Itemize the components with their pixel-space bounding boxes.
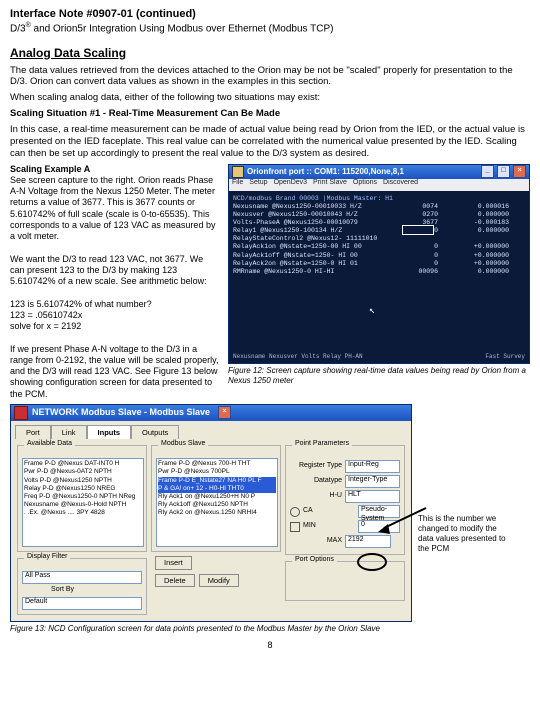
table-row: Volts-PhaseA @Nexus1250-000100793677-0.0… bbox=[233, 219, 525, 227]
table-row: Relay1 @Nexus1250-100134 H/Z00.000000 bbox=[233, 227, 525, 235]
sortby-select[interactable]: Default bbox=[22, 597, 142, 610]
min-check[interactable] bbox=[290, 522, 300, 532]
delete-button[interactable]: Delete bbox=[155, 574, 195, 587]
intro-paragraph-1: The data values retrieved from the devic… bbox=[10, 65, 530, 89]
page-number: 8 bbox=[10, 640, 530, 651]
insert-button[interactable]: Insert bbox=[155, 556, 192, 569]
tab-link[interactable]: Link bbox=[51, 425, 87, 439]
terminal-body: NCD/modbus Brand 00003 |Modbus Master: H… bbox=[229, 191, 529, 363]
modbus-slave-group: Modbus Slave Frame P-D @Nexus 700-H THT … bbox=[151, 445, 281, 552]
close-button[interactable]: × bbox=[513, 165, 526, 178]
table-row: RelayStateControl2 @Nexus12- 11111010 bbox=[233, 235, 525, 243]
tab-bar: Port Link Inputs Outputs bbox=[11, 421, 411, 439]
available-listbox[interactable]: Frame P-D @Nexus DAT-INT0 H Pwr P-D @Nex… bbox=[22, 458, 144, 547]
app-icon bbox=[14, 406, 28, 420]
cursor-icon: ↖ bbox=[369, 306, 375, 319]
ca-radio[interactable] bbox=[290, 507, 300, 517]
point-parameters-group: Point Parameters Register TypeInput-Reg … bbox=[285, 445, 405, 555]
doc-subtitle: D/3® and Orion5r Integration Using Modbu… bbox=[10, 22, 530, 36]
register-type-select[interactable]: Input-Reg bbox=[345, 460, 400, 473]
table-row: RelayAck1off @Nstate=1250- HI 000+0.0000… bbox=[233, 252, 525, 260]
display-filter-group: Display Filter All Pass Sort By Default bbox=[17, 558, 147, 615]
figure-12-caption: Figure 12: Screen capture showing real-t… bbox=[228, 366, 530, 386]
tab-inputs[interactable]: Inputs bbox=[87, 425, 132, 439]
minimize-button[interactable]: _ bbox=[481, 165, 494, 178]
table-row: Nexusver @Nexus1250-00010043 H/Z02700.00… bbox=[233, 211, 525, 219]
port-options-group: Port Options bbox=[285, 561, 405, 601]
arrow-icon bbox=[378, 504, 428, 534]
table-row: RMRname @Nexus1250-0 HI-HI000960.000000 bbox=[233, 268, 525, 276]
example-a-calc3: solve for x = 2192 bbox=[10, 321, 220, 332]
maximize-button[interactable]: □ bbox=[497, 165, 510, 178]
hu-field[interactable]: HLT bbox=[345, 490, 400, 503]
table-row: RelayAck1on @Nstate=1250-00 HI 000+0.000… bbox=[233, 243, 525, 251]
config-window: NETWORK Modbus Slave - Modbus Slave × Po… bbox=[10, 404, 412, 622]
datatype-select[interactable]: Integer-Type bbox=[345, 475, 400, 488]
figure-13-caption: Figure 13: NCD Configuration screen for … bbox=[10, 624, 530, 634]
situation-heading: Scaling Situation #1 - Real-Time Measure… bbox=[10, 108, 530, 120]
tab-outputs[interactable]: Outputs bbox=[131, 425, 179, 439]
table-row: Nexusname @Nexus1250-00010033 H/Z00740.0… bbox=[233, 203, 525, 211]
situation-body: In this case, a real-time measurement ca… bbox=[10, 124, 530, 160]
annotation-text: This is the number we changed to modify … bbox=[418, 404, 513, 554]
doc-title: Interface Note #0907-01 (continued) bbox=[10, 8, 530, 22]
display-filter-select[interactable]: All Pass bbox=[22, 571, 142, 584]
terminal-menubar[interactable]: FileSetupOpenDev3Print SlaveOptionsDisco… bbox=[229, 179, 529, 191]
example-a-p1: See screen capture to the right. Orion r… bbox=[10, 175, 220, 243]
section-heading: Analog Data Scaling bbox=[10, 46, 530, 61]
config-titlebar: NETWORK Modbus Slave - Modbus Slave × bbox=[11, 405, 411, 421]
table-row: RelayAck2on @Nstate=1250-0 HI 010+0.0000… bbox=[233, 260, 525, 268]
tab-port[interactable]: Port bbox=[15, 425, 51, 439]
terminal-window: Orionfront port :: COM1: 115200,None,8,1… bbox=[228, 164, 530, 364]
example-a-calc1: 123 is 5.610742% of what number? bbox=[10, 299, 220, 310]
modify-button[interactable]: Modify bbox=[199, 574, 239, 587]
example-a-calc2: 123 = .05610742x bbox=[10, 310, 220, 321]
terminal-titlebar: Orionfront port :: COM1: 115200,None,8,1… bbox=[229, 165, 529, 179]
app-icon bbox=[232, 166, 244, 178]
example-a-p3: If we present Phase A-N voltage to the D… bbox=[10, 344, 220, 400]
config-title: NETWORK Modbus Slave - Modbus Slave bbox=[32, 407, 210, 418]
intro-paragraph-2: When scaling analog data, either of the … bbox=[10, 92, 530, 104]
close-button[interactable]: × bbox=[218, 406, 231, 419]
example-a-p2: We want the D/3 to read 123 VAC, not 367… bbox=[10, 254, 220, 288]
terminal-title: Orionfront port :: COM1: 115200,None,8,1 bbox=[247, 167, 404, 177]
example-a-heading: Scaling Example A bbox=[10, 164, 220, 175]
slave-listbox[interactable]: Frame P-D @Nexus 700-H THT Pwr P-D @Nexu… bbox=[156, 458, 278, 547]
max-field[interactable]: 2192 bbox=[345, 535, 391, 548]
available-data-group: Available Data Frame P-D @Nexus DAT-INT0… bbox=[17, 445, 147, 552]
